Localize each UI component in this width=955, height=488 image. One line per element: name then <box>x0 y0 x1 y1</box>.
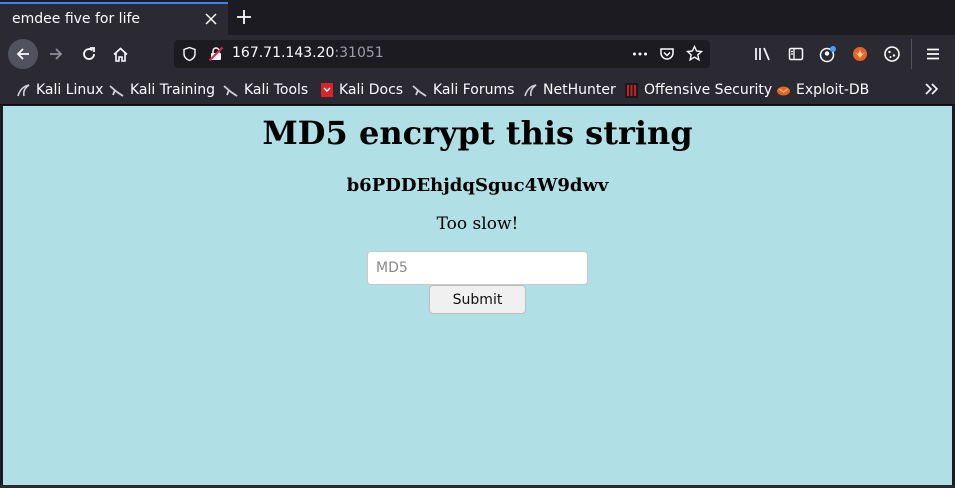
url-host: 167.71.143.20 <box>232 45 335 61</box>
insecure-lock-icon[interactable] <box>208 46 224 62</box>
page-content: MD5 encrypt this string b6PDDEhjdqSguc4W… <box>3 106 952 485</box>
sidebar-button[interactable] <box>785 35 807 73</box>
more-bookmarks-chevron-icon[interactable] <box>924 82 940 96</box>
tab-active[interactable]: emdee five for life <box>0 2 228 35</box>
page-actions-icon[interactable] <box>632 47 648 61</box>
pocket-icon[interactable] <box>659 46 675 62</box>
url-text[interactable]: 167.71.143.20:31051 <box>232 45 384 61</box>
bookmark-label: Kali Linux <box>36 82 104 98</box>
bookmark-exploit-db[interactable]: Exploit-DB <box>776 80 869 100</box>
fox-extension-icon <box>853 47 867 61</box>
sidebar-icon <box>788 47 804 61</box>
forward-button[interactable] <box>45 35 67 73</box>
bookmark-kali-tools[interactable]: Kali Tools <box>223 80 308 100</box>
home-button[interactable] <box>109 35 131 73</box>
kali-docs-icon <box>321 83 333 97</box>
offsec-icon <box>625 82 638 98</box>
close-tab-icon[interactable] <box>204 12 218 26</box>
kali-dragon-icon <box>17 83 30 96</box>
back-button[interactable] <box>7 35 39 73</box>
forward-arrow-icon <box>50 48 63 60</box>
submit-button[interactable]: Submit <box>429 285 526 314</box>
account-button[interactable] <box>817 35 839 73</box>
url-bar[interactable]: 167.71.143.20:31051 <box>174 40 710 68</box>
library-icon <box>755 47 770 61</box>
home-icon <box>112 46 128 62</box>
bookmark-star-icon[interactable] <box>686 45 703 62</box>
bookmark-label: Kali Docs <box>339 82 404 98</box>
menu-button[interactable] <box>922 35 944 73</box>
bookmark-label: Offensive Security <box>644 82 773 98</box>
bookmark-label: Exploit-DB <box>796 82 870 98</box>
account-icon <box>819 46 836 63</box>
back-arrow-icon <box>16 48 29 60</box>
bookmark-label: Kali Training <box>130 82 215 98</box>
page-title: MD5 encrypt this string <box>262 114 693 152</box>
reload-button[interactable] <box>78 35 100 73</box>
status-message: Too slow! <box>436 214 519 234</box>
bookmark-label: Kali Forums <box>433 82 515 98</box>
bookmark-offensive-security[interactable]: Offensive Security <box>624 80 772 100</box>
cookie-extension-button[interactable] <box>881 35 903 73</box>
toolbar-divider <box>911 39 912 69</box>
bookmark-kali-forums[interactable]: Kali Forums <box>412 80 514 100</box>
kali-dragon-icon <box>223 84 238 97</box>
challenge-string: b6PDDEhjdqSguc4W9dwv <box>346 175 609 196</box>
cookie-icon <box>884 46 900 62</box>
library-button[interactable] <box>752 35 774 73</box>
exploit-db-icon <box>777 86 790 95</box>
new-tab-icon[interactable] <box>234 7 254 27</box>
tab-title: emdee five for life <box>12 11 141 27</box>
url-port: :31051 <box>334 45 384 61</box>
bookmark-kali-linux[interactable]: Kali Linux <box>16 80 103 100</box>
reload-icon <box>83 47 95 60</box>
hamburger-menu-icon <box>927 48 939 60</box>
kali-dragon-icon <box>109 84 124 97</box>
tracking-shield-icon[interactable] <box>182 46 197 62</box>
bookmark-label: NetHunter <box>543 82 616 98</box>
bookmarks-toolbar: Kali Linux Kali Training Kali Tools Kali… <box>0 73 955 105</box>
kali-dragon-icon <box>412 84 427 97</box>
extension-fox-button[interactable] <box>849 35 871 73</box>
bookmark-label: Kali Tools <box>244 82 309 98</box>
bookmark-nethunter[interactable]: NetHunter <box>523 80 616 100</box>
bookmark-kali-docs[interactable]: Kali Docs <box>320 80 403 100</box>
nethunter-icon <box>524 83 537 96</box>
md5-input[interactable] <box>367 251 588 285</box>
bookmark-kali-training[interactable]: Kali Training <box>109 80 215 100</box>
tab-strip: emdee five for life <box>0 0 955 35</box>
